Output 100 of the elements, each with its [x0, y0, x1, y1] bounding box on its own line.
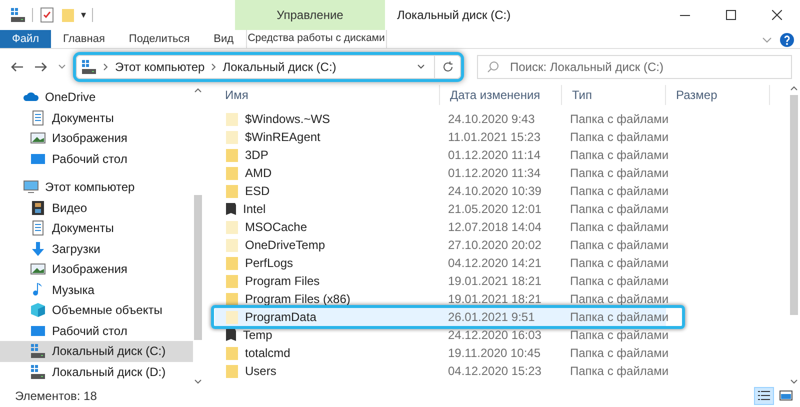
nav-item[interactable]: Этот компьютер: [0, 177, 193, 198]
file-name: PerfLogs: [245, 255, 294, 272]
file-name: ESD: [245, 183, 270, 200]
file-row[interactable]: Users 04.12.2020 15:23 Папка с файлами: [215, 362, 666, 380]
file-type: Папка с файлами: [569, 183, 666, 200]
file-row[interactable]: ProgramData 26.01.2021 9:51 Папка с файлами: [215, 308, 666, 326]
column-header[interactable]: Тип: [562, 85, 666, 105]
maximize-icon: [726, 10, 736, 20]
item-count: Элементов: 18: [15, 388, 97, 405]
nav-item[interactable]: Объемные объекты: [0, 300, 193, 320]
image-icon: [30, 261, 46, 278]
modified-date: 24.10.2020 10:39: [447, 183, 542, 200]
file-row[interactable]: totalcmd 19.11.2020 10:45 Папка с файлами: [215, 344, 666, 362]
file-name: Temp: [243, 327, 272, 344]
nav-item[interactable]: Локальный диск (D:): [0, 362, 193, 382]
folder-icon: [61, 7, 75, 23]
window-title: Локальный диск (C:): [396, 7, 512, 24]
back-button[interactable]: [10, 61, 24, 73]
file-row[interactable]: Temp 24.12.2020 16:03 Папка с файлами: [215, 326, 666, 344]
file-type: Папка с файлами: [569, 273, 666, 290]
modified-date: 24.12.2020 16:03: [447, 327, 542, 344]
breadcrumb[interactable]: Этот компьютер: [115, 58, 205, 76]
file-name: $WinREAgent: [245, 129, 320, 146]
search-icon: [487, 61, 499, 73]
ribbon-tab[interactable]: Вид: [202, 30, 246, 48]
help-icon: [780, 33, 794, 47]
file-row[interactable]: MSOCache 12.07.2018 14:04 Папка с файлами: [215, 218, 666, 236]
file-name: $Windows.~WS: [245, 111, 330, 128]
file-row[interactable]: $WinREAgent 11.01.2021 15:23 Папка с файлами: [215, 128, 666, 146]
nav-item[interactable]: Рабочий стол: [0, 148, 193, 169]
film-icon: [30, 200, 46, 216]
dropdown-caret[interactable]: ▾: [81, 8, 86, 22]
scroll-up-icon: [194, 87, 202, 93]
drive-icon: [30, 364, 46, 380]
file-name: MSOCache: [245, 219, 308, 236]
file-type: Папка с файлами: [569, 219, 666, 236]
close-icon: [772, 10, 782, 20]
nav-item[interactable]: Локальный диск (C:): [0, 341, 193, 362]
breadcrumb[interactable]: Локальный диск (C:): [222, 58, 336, 76]
file-row[interactable]: OneDriveTemp 27.10.2020 20:02 Папка с файлами: [215, 236, 666, 254]
scrollbar-thumb[interactable]: [790, 95, 798, 315]
address-bar[interactable]: Этот компьютер Локальный диск (C:): [76, 55, 461, 79]
file-name: 3DP: [245, 147, 268, 164]
nav-item[interactable]: Видео: [0, 198, 193, 218]
modified-date: 04.12.2020 15:23: [447, 363, 542, 380]
modified-date: 27.10.2020 20:02: [447, 237, 542, 254]
file-row[interactable]: AMD 01.12.2020 11:34 Папка с файлами: [215, 164, 666, 182]
file-type: Папка с файлами: [569, 363, 666, 380]
nav-item[interactable]: Изображения: [0, 259, 193, 280]
nav-item[interactable]: Документы: [0, 218, 193, 238]
image-icon: [30, 130, 46, 146]
file-row[interactable]: 3DP 01.12.2020 11:14 Папка с файлами: [215, 146, 666, 164]
chevron-down-icon: [762, 36, 772, 44]
file-type: Папка с файлами: [569, 327, 666, 344]
modified-date: 04.12.2020 14:21: [447, 255, 542, 272]
down-arrow-icon: [30, 240, 46, 257]
file-type: Папка с файлами: [569, 147, 666, 164]
file-type: Папка с файлами: [569, 129, 666, 146]
nav-item[interactable]: OneDrive: [0, 87, 193, 108]
nav-item[interactable]: Изображения: [0, 128, 193, 148]
file-name: OneDriveTemp: [245, 237, 326, 254]
modified-date: 12.07.2018 14:04: [447, 219, 542, 236]
scrollbar-thumb[interactable]: [194, 195, 202, 340]
nav-item[interactable]: Рабочий стол: [0, 320, 193, 341]
nav-item[interactable]: Загрузки: [0, 238, 193, 259]
nav-item[interactable]: Документы: [0, 108, 193, 128]
forward-button[interactable]: [34, 61, 48, 73]
file-row[interactable]: ESD 24.10.2020 10:39 Папка с файлами: [215, 182, 666, 200]
file-row[interactable]: Program Files 19.01.2021 18:21 Папка с файлами: [215, 272, 666, 290]
file-type: Папка с файлами: [569, 255, 666, 272]
file-row[interactable]: Intel 21.05.2020 12:01 Папка с файлами: [215, 200, 666, 218]
file-row[interactable]: $Windows.~WS 24.10.2020 9:43 Папка с файлами: [215, 110, 666, 128]
ribbon-tab[interactable]: Поделиться: [116, 30, 202, 48]
file-row[interactable]: Program Files (x86) 19.01.2021 18:21 Папка с файлами: [215, 290, 666, 308]
modified-date: 24.10.2020 9:43: [447, 111, 536, 128]
column-header[interactable]: Дата изменения: [440, 85, 562, 105]
recent-locations-button[interactable]: [58, 64, 66, 70]
modified-date: 19.01.2021 18:21: [447, 273, 542, 290]
ribbon-tab[interactable]: Файл: [0, 30, 52, 48]
file-name: Intel: [243, 201, 266, 218]
chevron-right-icon: [210, 63, 217, 71]
document-icon: [30, 220, 46, 236]
modified-date: 01.12.2020 11:34: [447, 165, 542, 182]
forward-arrow-icon: [34, 61, 48, 73]
column-header[interactable]: Размер: [666, 85, 770, 105]
modified-date: 19.01.2021 18:21: [447, 291, 542, 308]
search-field[interactable]: Поиск: Локальный диск (C:): [477, 55, 792, 79]
drive-icon: [10, 7, 26, 23]
back-arrow-icon: [10, 61, 24, 73]
modified-date: 21.05.2020 12:01: [447, 201, 542, 218]
ribbon-tab[interactable]: Главная: [51, 30, 117, 48]
file-name: Program Files: [245, 273, 320, 290]
view-button[interactable]: [754, 387, 774, 405]
file-type: Папка с файлами: [569, 237, 666, 254]
cube-icon: [30, 302, 46, 318]
file-row[interactable]: PerfLogs 04.12.2020 14:21 Папка с файлами: [215, 254, 666, 272]
file-name: totalcmd: [245, 345, 290, 362]
drive-icon: [30, 343, 46, 360]
nav-item[interactable]: Музыка: [0, 280, 193, 300]
column-header[interactable]: Имя: [215, 85, 440, 105]
